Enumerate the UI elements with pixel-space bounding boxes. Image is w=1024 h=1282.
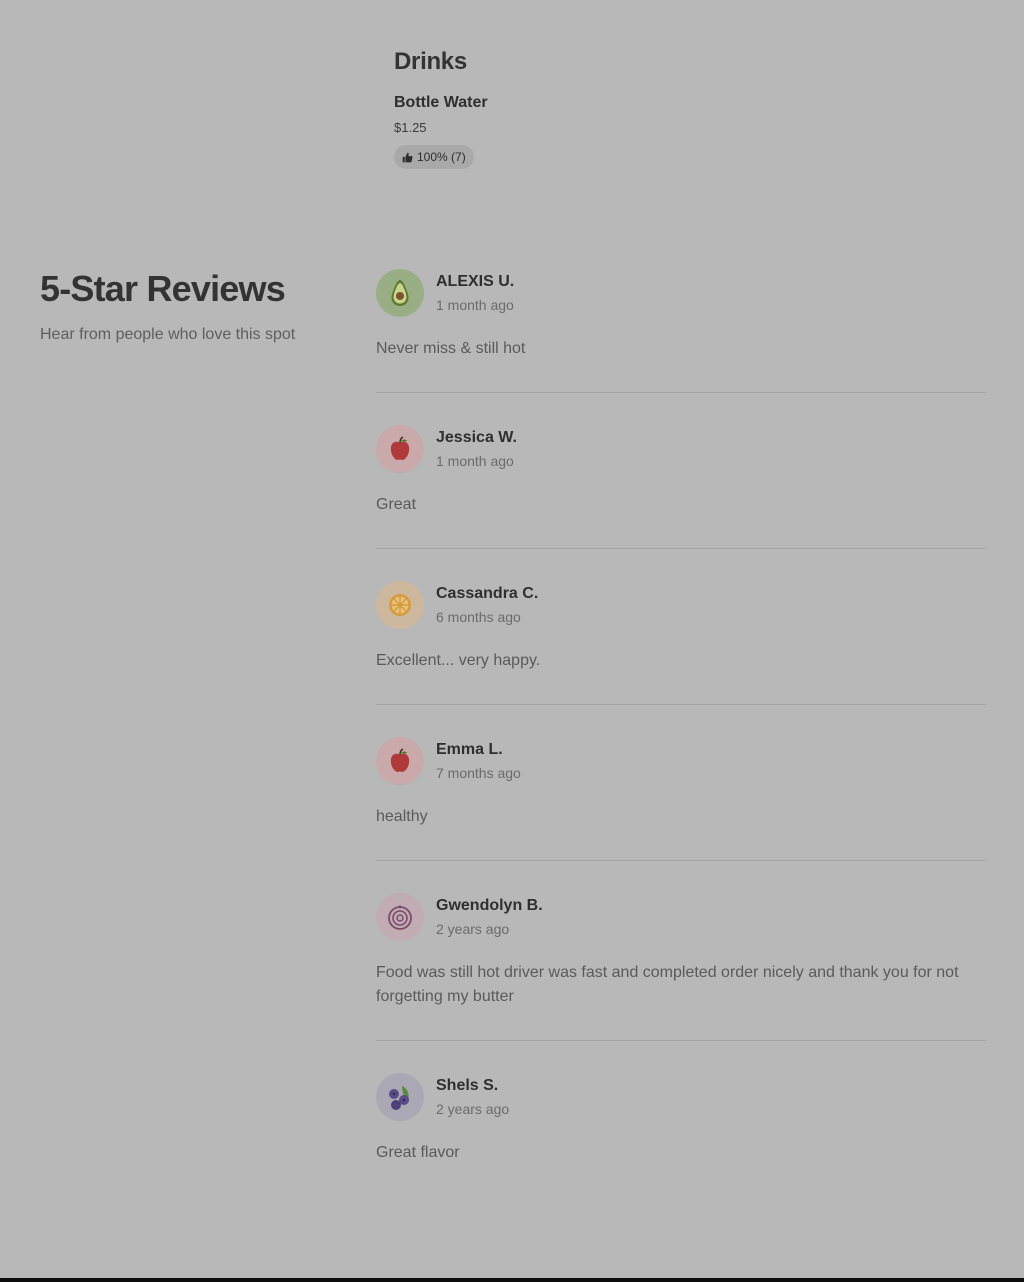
avatar [376,737,424,785]
review-date: 2 years ago [436,1101,510,1117]
review-text: Never miss & still hot [376,340,526,357]
drinks-section: Drinks Bottle Water $1.25 100% (7) [394,48,488,169]
avatar [376,1073,424,1121]
menu-item-price: $1.25 [394,120,427,135]
menu-item-name: Bottle Water [394,94,488,111]
review-item: Shels S. 2 years ago Great flavor [376,1073,986,1196]
bottom-bar [0,1278,1024,1282]
review-text: Excellent... very happy. [376,652,541,669]
reviewer-name: Gwendolyn B. [436,897,543,914]
review-text: Great flavor [376,1144,460,1161]
review-date: 2 years ago [436,921,510,937]
review-text: healthy [376,808,428,825]
review-item: Gwendolyn B. 2 years ago Food was still … [376,893,986,1041]
avatar [376,425,424,473]
review-item: Cassandra C. 6 months ago Excellent... v… [376,581,986,705]
reviews-list: ALEXIS U. 1 month ago Never miss & still… [376,269,986,1228]
reviewer-name: ALEXIS U. [436,273,515,290]
reviewer-name: Shels S. [436,1077,499,1094]
review-text: Great [376,496,417,513]
avatar [376,269,424,317]
orange-slice-icon [389,594,411,616]
onion-icon [388,905,412,930]
review-date: 1 month ago [436,453,514,469]
blueberries-icon [389,1086,409,1110]
menu-item-bottle-water[interactable]: Bottle Water $1.25 100% (7) [394,94,488,169]
review-item: Jessica W. 1 month ago Great [376,425,986,549]
review-date: 7 months ago [436,765,521,781]
drinks-heading: Drinks [394,48,467,75]
reviewer-name: Cassandra C. [436,585,539,602]
apple-icon [390,748,410,772]
review-text: Food was still hot driver was fast and c… [376,964,959,1005]
review-date: 6 months ago [436,609,521,625]
rating-text: 100% (7) [417,150,466,164]
apple-icon [390,436,410,460]
reviews-header: 5-Star Reviews Hear from people who love… [40,268,295,344]
reviewer-name: Jessica W. [436,429,517,446]
avocado-icon [391,280,409,306]
rating-badge: 100% (7) [394,145,474,169]
review-item: Emma L. 7 months ago healthy [376,737,986,861]
avatar [376,893,424,941]
thumbs-up-icon [402,152,413,162]
review-item: ALEXIS U. 1 month ago Never miss & still… [376,269,986,393]
reviews-subtitle: Hear from people who love this spot [40,326,296,343]
review-date: 1 month ago [436,297,514,313]
avatar [376,581,424,629]
reviews-title: 5-Star Reviews [40,268,286,309]
reviewer-name: Emma L. [436,741,503,758]
